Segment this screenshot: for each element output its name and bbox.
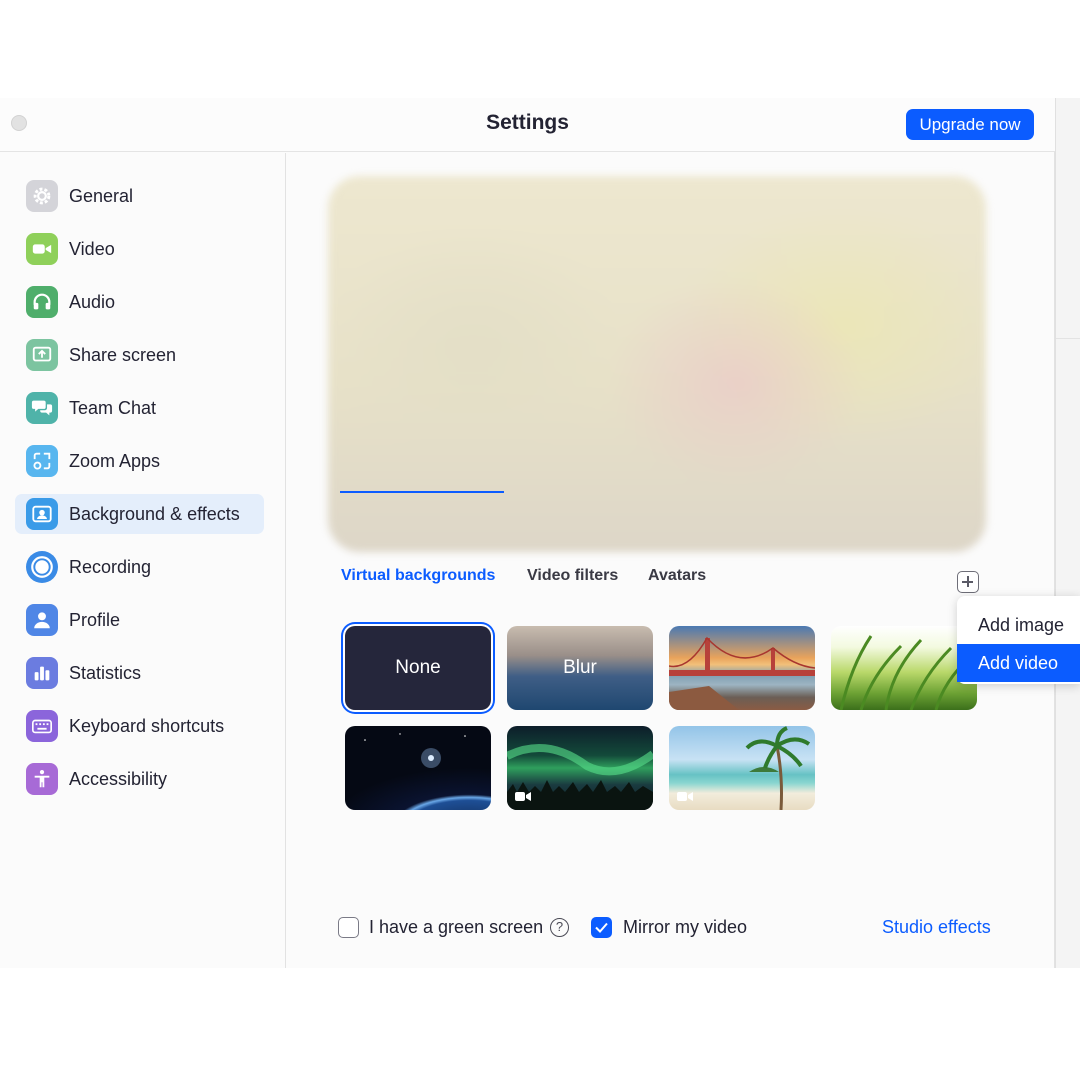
- green-screen-checkbox[interactable]: [338, 917, 359, 938]
- upgrade-now-button[interactable]: Upgrade now: [906, 109, 1034, 140]
- sidebar-item-label: Statistics: [69, 662, 142, 683]
- checkmark-icon: [595, 922, 608, 933]
- sidebar-item-background-effects[interactable]: Background & effects: [15, 494, 264, 534]
- sidebar-item-label: Zoom Apps: [69, 450, 161, 471]
- sidebar-item-label: Background & effects: [69, 503, 240, 524]
- studio-effects-link[interactable]: Studio effects: [882, 917, 991, 938]
- video-camera-icon: [26, 233, 58, 265]
- sidebar-item-audio[interactable]: Audio: [15, 282, 264, 322]
- sidebar-item-share-screen[interactable]: Share screen: [15, 335, 264, 375]
- sidebar-item-label: Audio: [69, 291, 116, 312]
- add-video-menu-item[interactable]: Add video: [957, 644, 1080, 682]
- sidebar-item-label: Accessibility: [69, 768, 168, 789]
- green-screen-label: I have a green screen: [369, 917, 544, 937]
- window-title: Settings: [486, 111, 569, 134]
- mirror-video-label: Mirror my video: [623, 917, 748, 937]
- add-background-menu: Add image Add video: [957, 596, 1080, 684]
- sidebar-item-accessibility[interactable]: Accessibility: [15, 759, 264, 799]
- headphones-icon: [26, 286, 58, 318]
- active-tab-indicator: [340, 491, 504, 493]
- bridge-image: [669, 636, 815, 710]
- accessibility-icon: [26, 763, 58, 795]
- earth-image: [364, 733, 466, 768]
- sidebar-item-label: General: [69, 185, 134, 206]
- sidebar-item-statistics[interactable]: Statistics: [15, 653, 264, 693]
- sidebar-item-profile[interactable]: Profile: [15, 600, 264, 640]
- tab-virtual-backgrounds[interactable]: Virtual backgrounds: [341, 567, 495, 585]
- sidebar-item-recording[interactable]: Recording: [15, 547, 264, 587]
- background-tile-aurora[interactable]: [507, 726, 653, 810]
- portrait-icon: [26, 498, 58, 530]
- record-icon: [26, 551, 58, 583]
- chat-bubbles-icon: [26, 392, 58, 424]
- sidebar-item-team-chat[interactable]: Team Chat: [15, 388, 264, 428]
- apps-icon: [26, 445, 58, 477]
- background-tile-beach[interactable]: [669, 726, 815, 810]
- sidebar-item-video[interactable]: Video: [15, 229, 264, 269]
- bar-chart-icon: [26, 657, 58, 689]
- settings-window: Settings Upgrade now General Video Audio…: [0, 98, 1055, 968]
- title-bar: Settings Upgrade now: [0, 98, 1055, 152]
- background-tile-grass[interactable]: [831, 626, 977, 710]
- video-icon: [677, 792, 693, 801]
- background-window-edge: [1055, 98, 1080, 968]
- sidebar-item-zoom-apps[interactable]: Zoom Apps: [15, 441, 264, 481]
- background-tile-earth[interactable]: [345, 726, 491, 810]
- sidebar-item-label: Keyboard shortcuts: [69, 715, 225, 736]
- person-icon: [26, 604, 58, 636]
- tab-avatars[interactable]: Avatars: [648, 567, 706, 585]
- add-image-menu-item[interactable]: Add image: [957, 606, 1080, 644]
- grass-image: [839, 635, 973, 710]
- camera-preview: [328, 176, 986, 552]
- sidebar-item-label: Recording: [69, 556, 152, 577]
- tab-video-filters[interactable]: Video filters: [527, 567, 618, 585]
- tile-label: Blur: [563, 657, 597, 678]
- help-icon[interactable]: ?: [550, 918, 569, 937]
- background-tile-golden-gate[interactable]: [669, 626, 815, 710]
- sidebar-item-keyboard-shortcuts[interactable]: Keyboard shortcuts: [15, 706, 264, 746]
- mirror-video-checkbox[interactable]: [591, 917, 612, 938]
- background-tile-none[interactable]: None: [345, 626, 491, 710]
- keyboard-icon: [26, 710, 58, 742]
- sidebar-item-label: Share screen: [69, 344, 177, 365]
- add-background-button[interactable]: [957, 571, 979, 593]
- sidebar-item-label: Team Chat: [69, 397, 157, 418]
- share-screen-icon: [26, 339, 58, 371]
- sidebar-item-label: Video: [69, 238, 115, 259]
- sidebar-item-label: Profile: [69, 609, 121, 630]
- tile-label: None: [395, 657, 441, 678]
- screen: Settings Upgrade now General Video Audio…: [0, 0, 1080, 1080]
- video-icon: [515, 792, 531, 801]
- settings-sidebar: General Video Audio Share screen Team Ch…: [0, 153, 286, 968]
- gear-icon: [26, 180, 58, 212]
- background-tile-blur[interactable]: Blur: [507, 626, 653, 710]
- sidebar-item-general[interactable]: General: [15, 176, 264, 216]
